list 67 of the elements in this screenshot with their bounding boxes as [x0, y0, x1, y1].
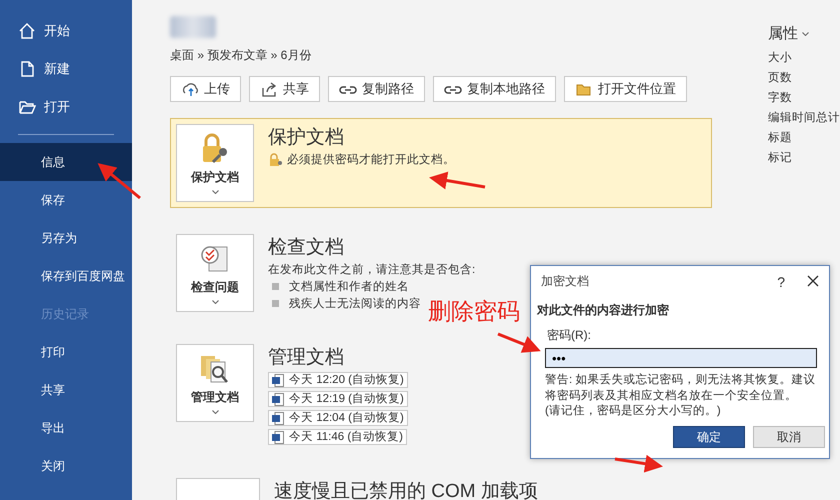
sidebar-item[interactable]: 保存 — [0, 181, 132, 219]
toolbar-button[interactable]: 复制路径 — [328, 76, 425, 102]
property-label: 页数 — [768, 70, 793, 85]
sidebar-item[interactable]: 导出 — [0, 409, 132, 447]
sidebar-item[interactable]: 打印 — [0, 333, 132, 371]
version-link[interactable]: 今天 12:20 (自动恢复) — [268, 372, 408, 388]
section-title: 保护文档 — [268, 126, 345, 150]
chevron-down-icon — [802, 32, 809, 36]
bullet-text: 文档属性和作者的姓名 — [289, 280, 409, 294]
annotation-arrow — [429, 172, 486, 190]
version-link[interactable]: 今天 12:04 (自动恢复) — [268, 410, 408, 426]
toolbar-button[interactable]: 上传 — [170, 76, 241, 102]
word-document-icon — [272, 430, 284, 444]
protect-tile-button[interactable]: 管理文档 — [176, 344, 254, 422]
annotation-text: 删除密码 — [428, 297, 520, 326]
sidebar-item[interactable]: 开始 — [0, 12, 132, 50]
toolbar-button[interactable]: 打开文件位置 — [564, 76, 687, 102]
chevron-down-icon — [212, 190, 218, 194]
sidebar-item[interactable]: 共享 — [0, 371, 132, 409]
protect-tile-button[interactable]: 保护文档 — [176, 124, 254, 202]
word-document-icon — [272, 412, 284, 424]
property-label: 标记 — [768, 150, 793, 165]
toolbar-button[interactable]: 复制本地路径 — [433, 76, 556, 102]
close-icon — [807, 275, 819, 287]
dialog-title: 加密文档 — [541, 273, 590, 290]
property-label: 标题 — [768, 130, 793, 145]
property-label: 编辑时间总计 — [768, 110, 840, 125]
lock-icon — [268, 152, 282, 166]
annotation-arrow — [98, 163, 141, 200]
sidebar-item[interactable]: 新建 — [0, 50, 132, 88]
chevron-down-icon — [212, 300, 218, 304]
blurred-title — [170, 16, 216, 38]
section-description: 必须提供密码才能打开此文档。 — [287, 152, 455, 167]
sidebar-item[interactable]: 关闭 — [0, 447, 132, 485]
chevron-down-icon — [212, 410, 218, 414]
version-link[interactable]: 今天 12:19 (自动恢复) — [268, 391, 408, 407]
help-button[interactable]: ? — [777, 274, 785, 288]
bullet-icon — [272, 300, 279, 307]
bullet-icon — [272, 283, 279, 290]
property-label: 大小 — [768, 50, 793, 65]
sidebar-item[interactable]: 另存为 — [0, 219, 132, 257]
annotation-arrow — [614, 454, 663, 473]
breadcrumb: 桌面 » 预发布文章 » 6月份 — [170, 47, 312, 64]
property-label: 字数 — [768, 90, 793, 105]
dialog-button[interactable]: 确定 — [673, 426, 745, 448]
warning-text: 警告: 如果丢失或忘记密码，则无法将其恢复。建议将密码列表及其相应文档名放在一个安全位置。 (请记住，密码是区分大小写的。) — [544, 372, 816, 420]
section-title: 检查文档 — [268, 236, 345, 260]
properties-title[interactable]: 属性 — [768, 24, 798, 43]
field-label: 密码(R): — [546, 327, 592, 344]
word-document-icon — [272, 392, 284, 406]
version-link[interactable]: 今天 11:46 (自动恢复) — [268, 429, 407, 445]
word-document-icon — [272, 374, 284, 386]
dialog-button[interactable]: 取消 — [753, 426, 825, 448]
annotation-arrow — [497, 332, 541, 353]
sidebar-item[interactable]: 保存到百度网盘 — [0, 257, 132, 295]
section-title: 管理文档 — [268, 346, 345, 370]
home-icon — [18, 22, 36, 40]
sidebar-item[interactable]: 信息 — [0, 143, 132, 181]
bullet-text: 残疾人士无法阅读的内容 — [289, 296, 421, 311]
share-icon — [260, 80, 278, 98]
sidebar-item[interactable]: 打开 — [0, 88, 132, 126]
section-title: 速度慢且已禁用的 COM 加载项 — [274, 480, 538, 500]
toolbar-button[interactable]: 共享 — [249, 76, 320, 102]
password-field[interactable]: ••• — [545, 348, 817, 368]
protect-tile-button[interactable]: 检查问题 — [176, 234, 254, 312]
dialog-heading: 对此文件的内容进行加密 — [536, 302, 670, 319]
section-description: 在发布此文件之前，请注意其是否包含: — [268, 262, 476, 277]
